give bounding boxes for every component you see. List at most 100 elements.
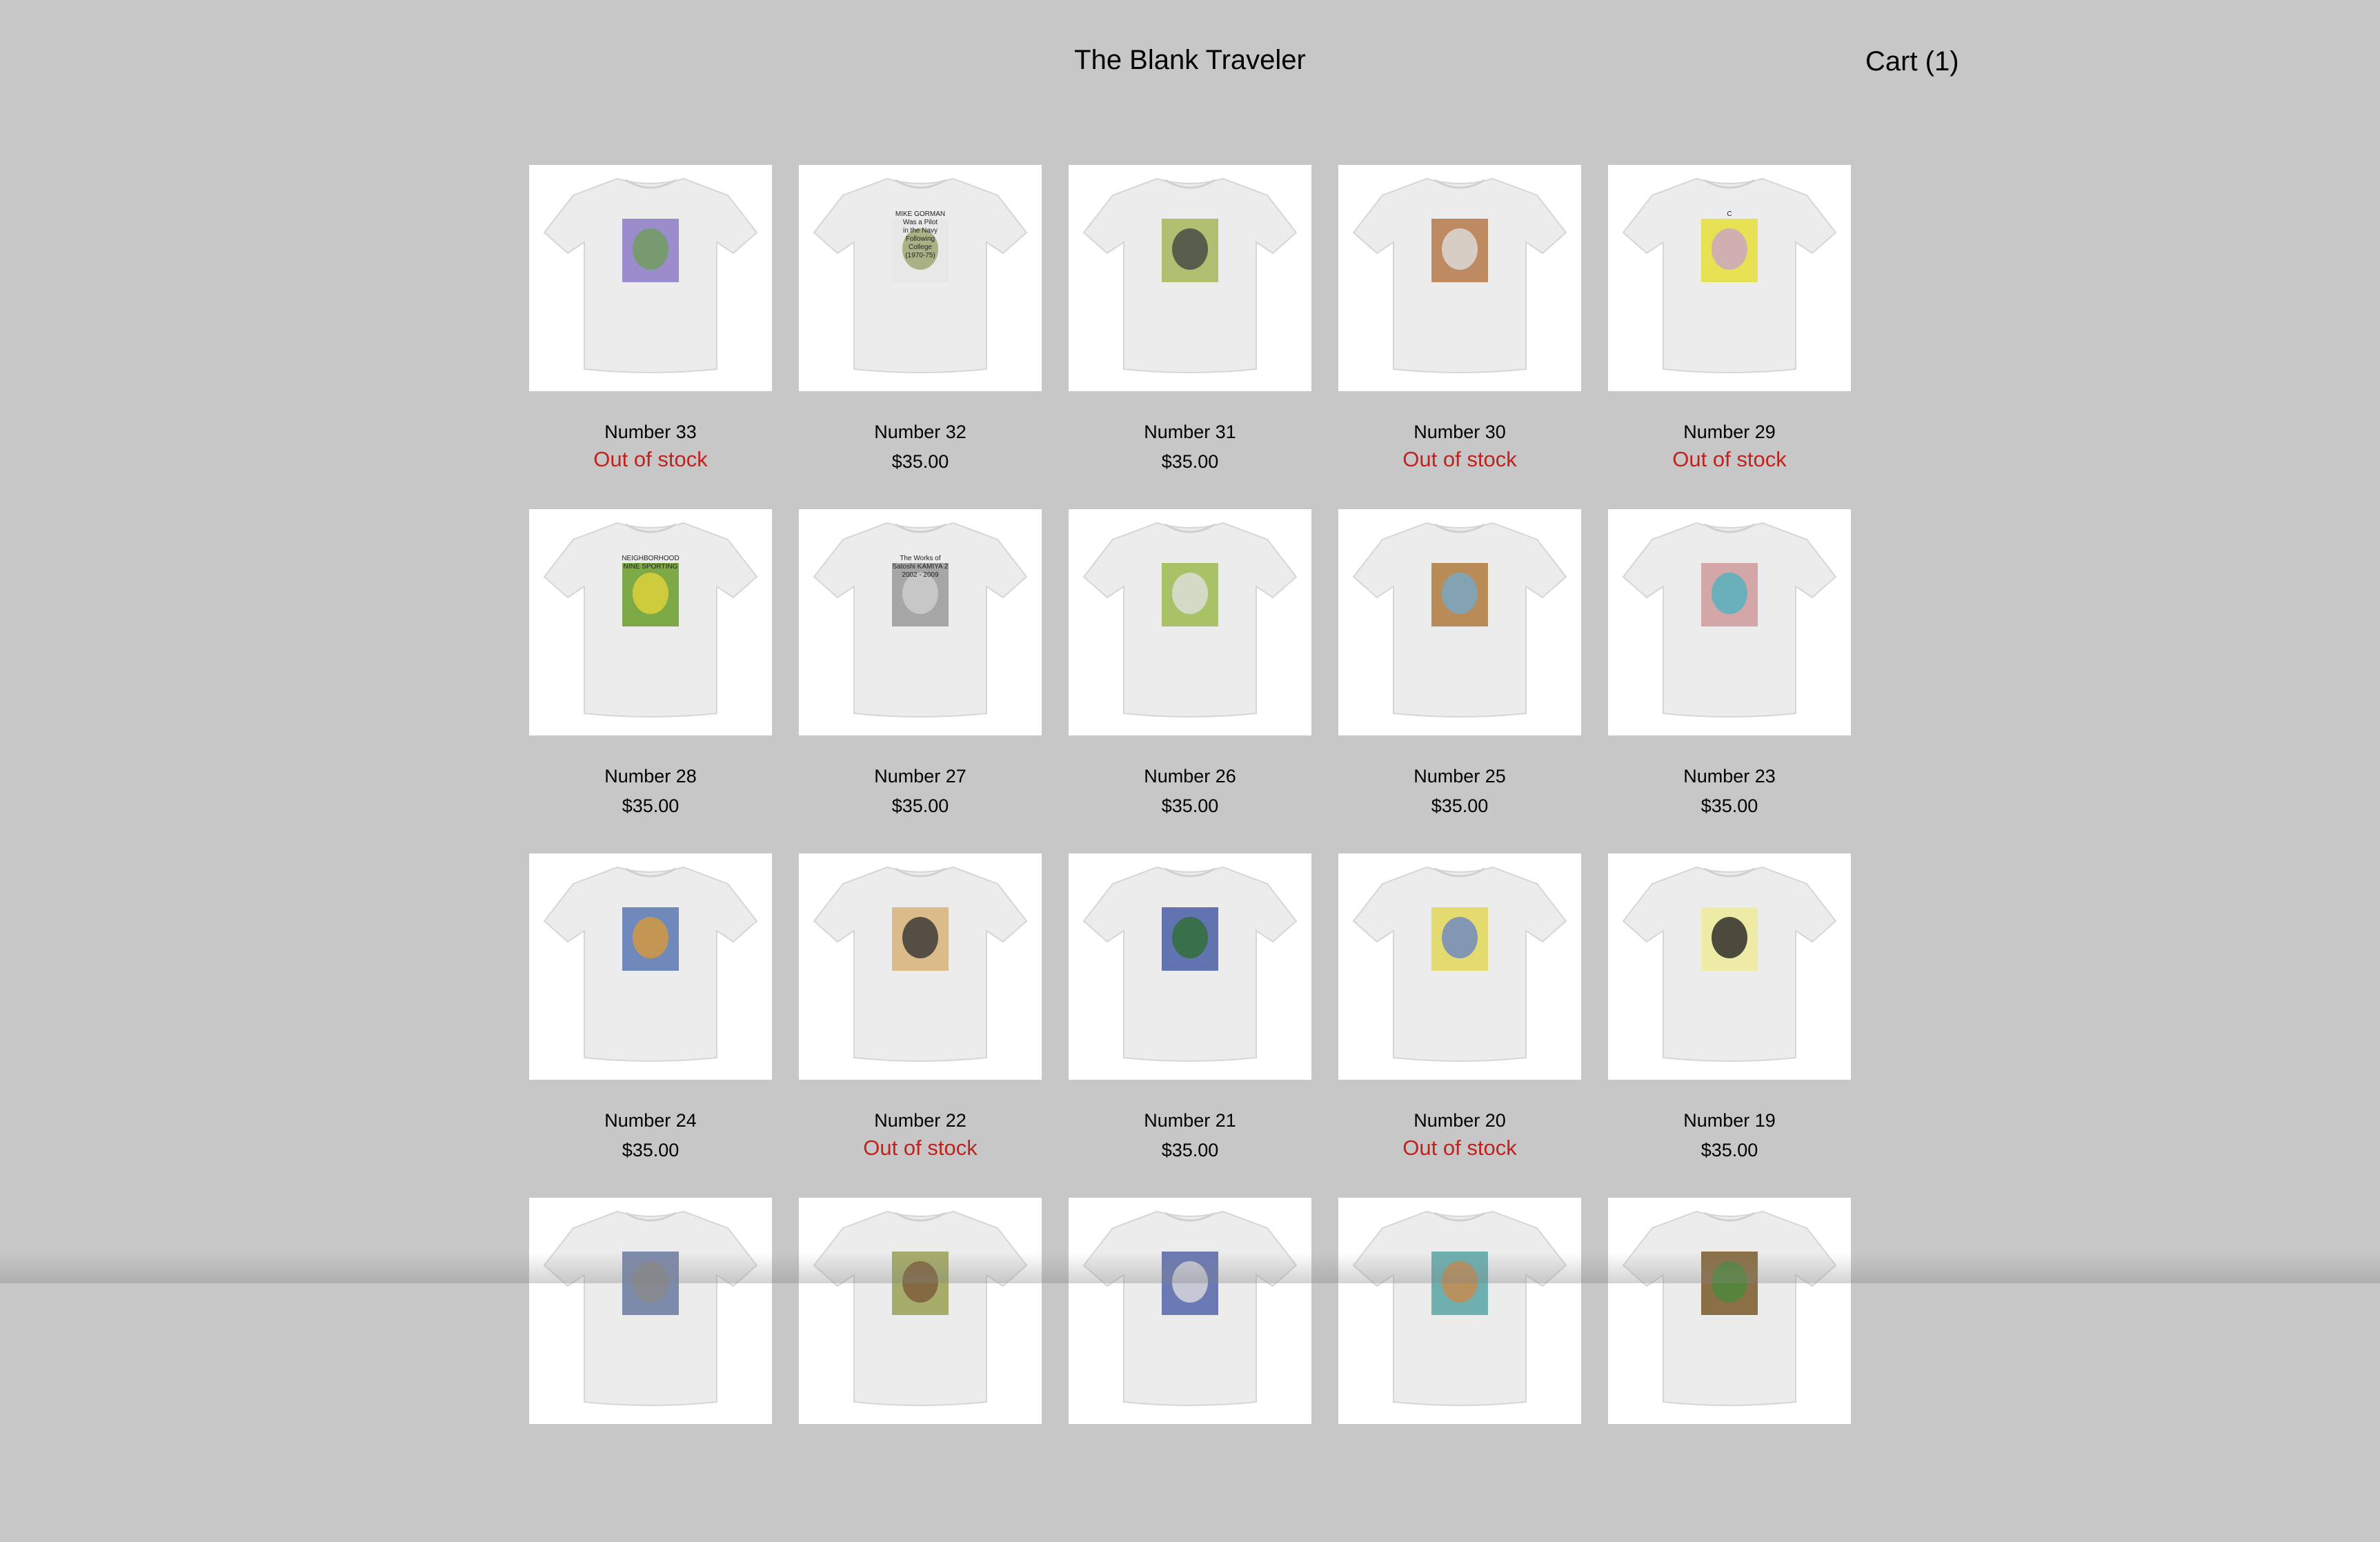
print-text: MIKE GORMAN <box>895 210 945 218</box>
teal-photo-print-graphic <box>1431 1252 1488 1315</box>
product-image[interactable] <box>1608 853 1851 1080</box>
product-name[interactable]: Number 25 <box>1338 764 1581 788</box>
product-name[interactable]: Number 23 <box>1608 764 1851 788</box>
product-card[interactable]: Number 33 Out of stock <box>529 165 772 509</box>
product-image[interactable]: NEIGHBORHOOD NINE SPORTING <box>529 509 772 735</box>
tshirt-image <box>1352 177 1567 373</box>
print-text: College <box>909 244 932 251</box>
product-name[interactable]: Number 19 <box>1608 1109 1851 1132</box>
product-image[interactable] <box>1069 509 1311 735</box>
product-image[interactable] <box>1338 853 1581 1080</box>
product-name[interactable]: Number 21 <box>1069 1109 1311 1132</box>
product-grid: Number 33 Out of stock MIKE GORMAN Was a Pi… <box>529 165 1852 1542</box>
product-name[interactable]: Number 24 <box>529 1109 772 1132</box>
product-name[interactable]: Number 28 <box>529 764 772 788</box>
product-image[interactable] <box>1338 509 1581 735</box>
product-image[interactable] <box>529 853 772 1080</box>
product-name[interactable]: Number 32 <box>799 420 1042 444</box>
product-name[interactable]: Number 27 <box>799 764 1042 788</box>
product-image[interactable] <box>529 165 772 391</box>
tshirt-image <box>1622 522 1837 718</box>
purple-figure-print-graphic <box>622 219 679 282</box>
green-badge-bird-print-graphic <box>1162 219 1218 282</box>
product-price: $35.00 <box>1700 1140 1758 1160</box>
product-image[interactable] <box>1338 165 1581 391</box>
print-text: (1970-75) <box>905 252 935 259</box>
product-image[interactable] <box>529 1198 772 1424</box>
product-price: $35.00 <box>622 1140 680 1160</box>
product-image[interactable] <box>799 853 1042 1080</box>
product-price: $35.00 <box>1431 795 1489 816</box>
product-card[interactable]: C Number 29 Out of stock <box>1608 165 1851 509</box>
copper-shield-print-graphic <box>1431 219 1488 282</box>
product-name[interactable]: Number 31 <box>1069 420 1311 444</box>
print-text: NINE SPORTING <box>624 563 678 571</box>
out-of-stock-label: Out of stock <box>1402 447 1517 471</box>
tshirt-image: NEIGHBORHOODNINE SPORTING <box>543 522 758 718</box>
product-name[interactable]: Number 33 <box>529 420 772 444</box>
out-of-stock-label: Out of stock <box>1672 447 1787 471</box>
product-card[interactable]: Number 19 $35.00 <box>1608 853 1851 1198</box>
product-card[interactable]: Number 26 $35.00 <box>1069 509 1311 853</box>
sailboat-print-graphic <box>1162 907 1218 971</box>
tshirt-image <box>1622 866 1837 1062</box>
product-image[interactable]: MIKE GORMAN Was a Pilot in the Navy Followi… <box>799 165 1042 391</box>
tshirt-image <box>1352 1210 1567 1406</box>
product-card[interactable]: MIKE GORMAN Was a Pilot in the Navy Followi… <box>799 165 1042 509</box>
product-name[interactable]: Number 30 <box>1338 420 1581 444</box>
portrait-bag-print-graphic <box>1701 563 1758 626</box>
product-price: $35.00 <box>1161 795 1219 816</box>
product-name[interactable]: Number 26 <box>1069 764 1311 788</box>
tshirt-image: The Works ofSatoshi KAMIYA 22002 - 2009 <box>813 522 1028 718</box>
tshirt-image <box>1352 522 1567 718</box>
product-price: $35.00 <box>891 795 949 816</box>
product-card[interactable]: Number 31 $35.00 <box>1069 165 1311 509</box>
product-image[interactable] <box>1608 1198 1851 1424</box>
product-image[interactable] <box>1608 509 1851 735</box>
product-card[interactable] <box>1608 1198 1851 1542</box>
sofa-scene-print-graphic <box>622 907 679 971</box>
product-card[interactable] <box>799 1198 1042 1542</box>
frame-figure-print-graphic <box>892 1252 949 1315</box>
product-card[interactable] <box>1338 1198 1581 1542</box>
site-title[interactable]: The Blank Traveler <box>0 43 2380 77</box>
product-image[interactable]: C <box>1608 165 1851 391</box>
product-card[interactable]: Number 20 Out of stock <box>1338 853 1581 1198</box>
tshirt-image <box>1082 522 1298 718</box>
product-card[interactable]: Number 22 Out of stock <box>799 853 1042 1198</box>
print-text: C <box>1727 210 1732 218</box>
product-card[interactable]: Number 24 $35.00 <box>529 853 772 1198</box>
tshirt-image <box>543 177 758 373</box>
product-image[interactable] <box>1338 1198 1581 1424</box>
product-name[interactable]: Number 20 <box>1338 1109 1581 1132</box>
product-card[interactable]: NEIGHBORHOOD NINE SPORTING Number 28 $35.00 <box>529 509 772 853</box>
product-card[interactable]: The Works of Satoshi KAMIYA 2 2002 - 2009 N… <box>799 509 1042 853</box>
out-of-stock-label: Out of stock <box>1402 1136 1517 1160</box>
tshirt-image: MIKE GORMANWas a Pilotin the NavyFollowi… <box>813 177 1028 373</box>
cart-link[interactable]: Cart (1) <box>1865 44 1959 79</box>
product-name[interactable]: Number 29 <box>1608 420 1851 444</box>
product-image[interactable]: The Works of Satoshi KAMIYA 2 2002 - 2009 <box>799 509 1042 735</box>
product-image[interactable] <box>1069 1198 1311 1424</box>
blue-square-print-graphic <box>1162 1252 1218 1315</box>
product-card[interactable]: Number 30 Out of stock <box>1338 165 1581 509</box>
product-card[interactable]: Number 23 $35.00 <box>1608 509 1851 853</box>
print-text: in the Navy <box>903 227 938 235</box>
product-card[interactable]: Number 21 $35.00 <box>1069 853 1311 1198</box>
print-text: Following <box>906 235 935 243</box>
book-portraits-print-graphic <box>892 907 949 971</box>
round-emblem-print-graphic <box>1701 1252 1758 1315</box>
product-name[interactable]: Number 22 <box>799 1109 1042 1132</box>
satoshi-kamiya-print-graphic: The Works ofSatoshi KAMIYA 22002 - 2009 <box>892 555 949 626</box>
product-card[interactable] <box>1069 1198 1311 1542</box>
product-card[interactable] <box>529 1198 772 1542</box>
tshirt-image <box>813 866 1028 1062</box>
product-image[interactable] <box>1069 853 1311 1080</box>
product-card[interactable]: Number 25 $35.00 <box>1338 509 1581 853</box>
product-price: $35.00 <box>622 795 680 816</box>
tshirt-image <box>1082 866 1298 1062</box>
tshirt-image <box>1622 1210 1837 1406</box>
product-image[interactable] <box>799 1198 1042 1424</box>
product-image[interactable] <box>1069 165 1311 391</box>
print-text: NEIGHBORHOOD <box>622 555 679 562</box>
